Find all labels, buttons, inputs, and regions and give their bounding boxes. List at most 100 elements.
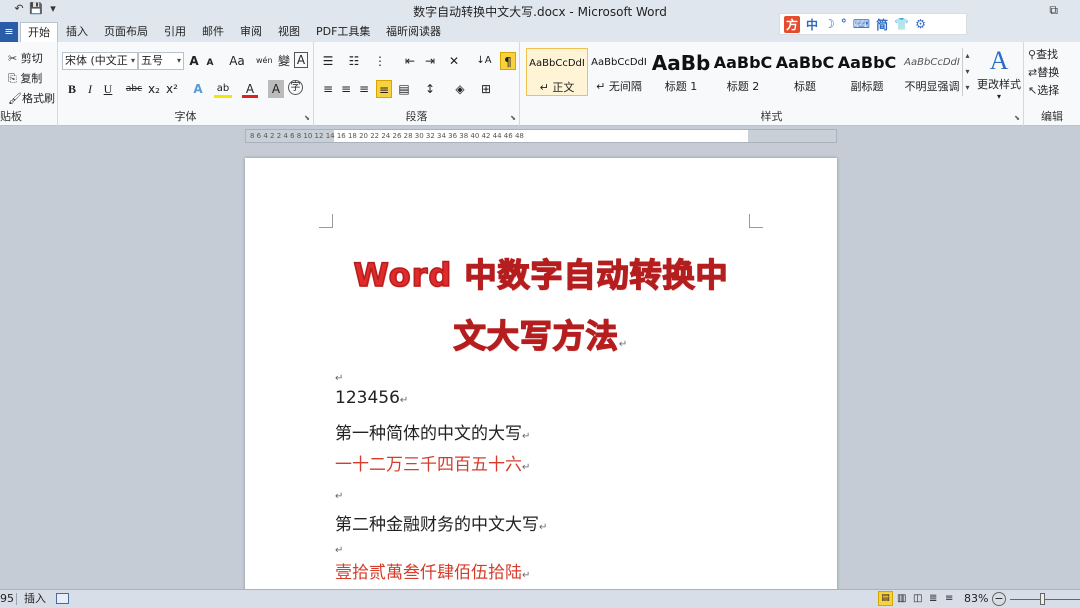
ime-punct-icon[interactable]: ° [841, 17, 847, 31]
doc-title-line-2[interactable]: 文大写方法↵ [245, 311, 837, 357]
doc-line-financial-heading[interactable]: 第二种金融财务的中文大写↵ [335, 510, 547, 535]
doc-line-simplified-result[interactable]: 一十二万三千四百五十六↵ [335, 450, 530, 475]
paragraph-dialog-launcher-icon[interactable]: ⬊ [510, 114, 516, 122]
paragraph-group: ☰ ☷ ⋮ ⇤ ⇥ ✕ ↓A ¶ ≡ ≡ ≡ ≡ ▤ ↕ ◈ ⊞ 段落 ⬊ [314, 42, 520, 126]
doc-line-empty-1[interactable]: ↵ [335, 366, 343, 386]
view-reading-icon[interactable]: ▥ [897, 590, 906, 608]
bullets-icon[interactable]: ☰ [320, 52, 336, 70]
borders-icon[interactable]: ⊞ [478, 80, 494, 98]
view-draft-icon[interactable]: ≡ [945, 590, 953, 608]
char-border-button[interactable]: A [294, 52, 308, 68]
phonetic-guide-button[interactable]: wén [256, 52, 273, 70]
document-page[interactable]: Word 中数字自动转换中 文大写方法↵ ↵ 123456↵ 第一种简体的中文的… [245, 158, 837, 598]
ime-skin-icon[interactable]: 👕 [894, 17, 909, 31]
change-case-button[interactable]: Aa [226, 52, 248, 70]
tab-insert[interactable]: 插入 [60, 22, 94, 42]
doc-title-line-1[interactable]: Word 中数字自动转换中 [245, 250, 837, 296]
font-color-button[interactable]: A [242, 80, 258, 98]
superscript-button[interactable]: x² [164, 80, 180, 98]
tab-home[interactable]: 开始 [20, 22, 58, 42]
style-normal[interactable]: AaBbCcDdI ↵ 正文 [526, 48, 588, 96]
macro-record-icon[interactable] [56, 593, 69, 604]
styles-scroll[interactable]: ▴ ▾ ▾ [962, 48, 972, 96]
shading-icon[interactable]: ◈ [452, 80, 468, 98]
italic-button[interactable]: I [82, 80, 98, 98]
insert-mode[interactable]: 插入 [24, 590, 46, 608]
ime-moon-icon[interactable]: ☽ [824, 17, 835, 31]
tab-mailings[interactable]: 邮件 [196, 22, 230, 42]
doc-line-number[interactable]: 123456↵ [335, 388, 408, 408]
style-heading-2[interactable]: AaBbC 标题 2 [712, 48, 774, 96]
justify-icon[interactable]: ≡ [376, 80, 392, 98]
char-shading-button[interactable]: A [268, 80, 284, 98]
decrease-indent-icon[interactable]: ⇤ [402, 52, 418, 70]
align-left-icon[interactable]: ≡ [320, 80, 336, 98]
copy-button[interactable]: ⎘ 复制 [8, 70, 42, 86]
chevron-down-icon: ▾ [176, 56, 181, 65]
ime-keyboard-icon[interactable]: ⌨ [853, 17, 870, 31]
strikethrough-button[interactable]: abc [124, 80, 144, 98]
subscript-button[interactable]: x₂ [146, 80, 162, 98]
shrink-font-button[interactable]: A [202, 54, 218, 72]
numbering-icon[interactable]: ☷ [346, 52, 362, 70]
font-size-combo[interactable]: 五号 ▾ [138, 52, 184, 70]
doc-line-empty-3[interactable]: ↵ [335, 538, 343, 558]
underline-button[interactable]: U [100, 80, 116, 98]
text-effects-button[interactable]: A [190, 80, 206, 98]
show-marks-button[interactable]: ¶ [500, 52, 516, 70]
restore-button[interactable]: ⧉ [1049, 3, 1058, 18]
tab-references[interactable]: 引用 [158, 22, 192, 42]
select-button[interactable]: ↖选择 [1028, 82, 1059, 98]
file-tab[interactable]: ≡ [0, 22, 18, 42]
doc-line-empty-2[interactable]: ↵ [335, 484, 343, 504]
format-painter-button[interactable]: 🖌格式刷 [8, 90, 55, 106]
zoom-level[interactable]: 83% [964, 590, 988, 608]
styles-dialog-launcher-icon[interactable]: ⬊ [1014, 114, 1020, 122]
grow-font-button[interactable]: A [186, 52, 202, 70]
ime-simplified-icon[interactable]: 简 [876, 16, 888, 33]
find-button[interactable]: ⚲查找 [1028, 46, 1058, 62]
doc-line-financial-result[interactable]: 壹拾贰萬叁仟肆佰伍拾陆↵ [335, 558, 530, 583]
view-web-icon[interactable]: ◫ [913, 590, 922, 608]
styles-group: AaBbCcDdI ↵ 正文 AaBbCcDdI ↵ 无间隔 AaBb 标题 1… [520, 42, 1024, 126]
tab-view[interactable]: 视图 [272, 22, 306, 42]
asian-layout-icon[interactable]: ✕ [446, 52, 462, 70]
ime-settings-icon[interactable]: ⚙ [915, 17, 926, 31]
ribbon: ✂ 剪切 ⎘ 复制 🖌格式刷 贴板 宋体 (中文正 ▾ 五号 ▾ A A Aa wé… [0, 42, 1080, 126]
bold-button[interactable]: B [64, 80, 80, 98]
tab-page-layout[interactable]: 页面布局 [98, 22, 154, 42]
distributed-icon[interactable]: ▤ [396, 80, 412, 98]
horizontal-ruler[interactable]: 8 6 4 2 2 4 6 8 10 12 14 16 18 20 22 24 … [245, 129, 837, 143]
zoom-slider-thumb[interactable] [1040, 593, 1045, 605]
zoom-out-button[interactable]: − [992, 592, 1006, 606]
style-subtitle[interactable]: AaBbC 副标题 [836, 48, 898, 96]
style-heading-1[interactable]: AaBb 标题 1 [650, 48, 712, 96]
sort-button[interactable]: ↓A [474, 52, 494, 70]
change-styles-button[interactable]: A 更改样式 ▾ [976, 46, 1022, 101]
ime-logo-icon[interactable]: 方 [784, 15, 801, 33]
encircle-char-button[interactable]: 變 [276, 52, 292, 70]
increase-indent-icon[interactable]: ⇥ [422, 52, 438, 70]
align-right-icon[interactable]: ≡ [356, 80, 372, 98]
word-count[interactable]: 95 [0, 590, 14, 608]
font-name-combo[interactable]: 宋体 (中文正 ▾ [62, 52, 138, 70]
tab-pdf-tools[interactable]: PDF工具集 [310, 22, 376, 42]
multilevel-list-icon[interactable]: ⋮ [372, 52, 388, 70]
align-center-icon[interactable]: ≡ [338, 80, 354, 98]
replace-button[interactable]: ⇄替换 [1028, 64, 1059, 80]
style-title[interactable]: AaBbC 标题 [774, 48, 836, 96]
style-subtle-emphasis[interactable]: AaBbCcDdI 不明显强调 [898, 48, 966, 96]
line-spacing-icon[interactable]: ↕ [422, 80, 438, 98]
highlight-button[interactable]: ab [214, 80, 232, 98]
tab-review[interactable]: 审阅 [234, 22, 268, 42]
zoom-slider[interactable] [1010, 599, 1080, 600]
tab-foxit-reader[interactable]: 福昕阅读器 [380, 22, 447, 42]
enclose-char-button[interactable]: 字 [288, 80, 303, 95]
cut-button[interactable]: ✂ 剪切 [8, 50, 43, 66]
style-no-spacing[interactable]: AaBbCcDdI ↵ 无间隔 [588, 48, 650, 96]
view-print-layout-icon[interactable]: ▤ [878, 591, 893, 606]
font-dialog-launcher-icon[interactable]: ⬊ [304, 114, 310, 122]
ime-chinese-icon[interactable]: 中 [806, 16, 818, 33]
view-outline-icon[interactable]: ≣ [929, 590, 937, 608]
doc-line-simplified-heading[interactable]: 第一种简体的中文的大写↵ [335, 419, 530, 444]
